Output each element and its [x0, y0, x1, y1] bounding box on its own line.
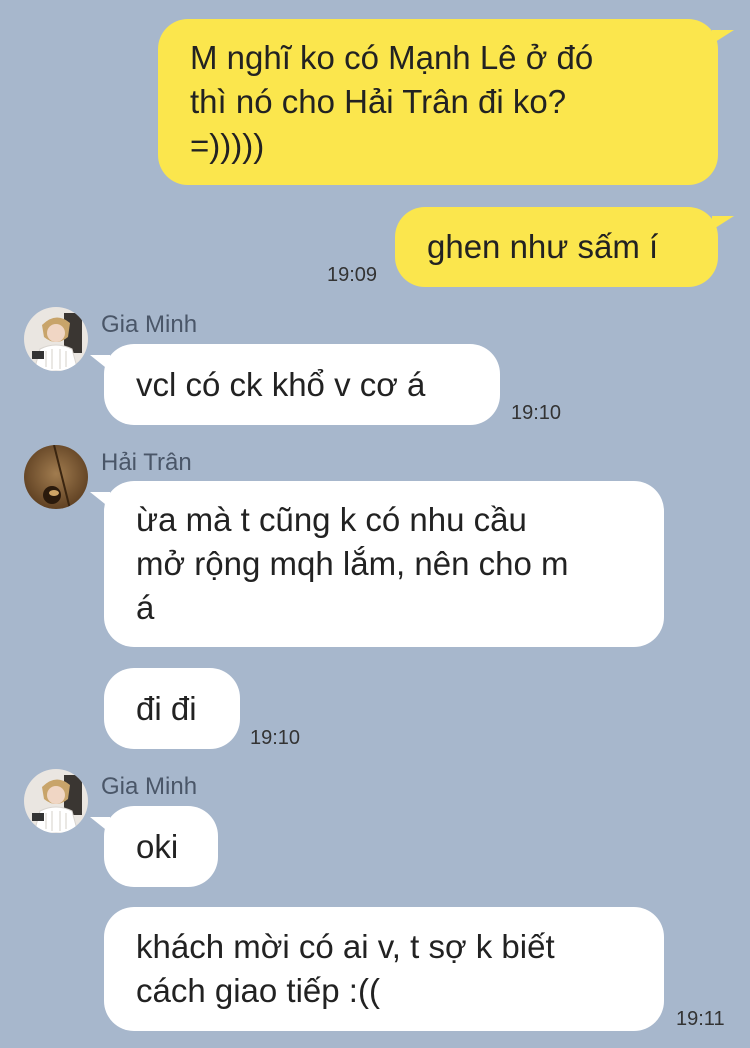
message-text: ừa mà t cũng k có nhu cầu mở rộng mqh lắ… [136, 501, 569, 626]
bubble-tail [90, 355, 110, 371]
sender-name: Gia Minh [101, 311, 198, 338]
message-text: vcl có ck khổ v cơ á [136, 365, 426, 403]
avatar-gia-minh[interactable] [24, 769, 88, 833]
message-text: đi đi [136, 689, 197, 727]
message-text: M nghĩ ko có Mạnh Lê ở đó thì nó cho Hải… [190, 39, 594, 164]
bubble-tail [712, 216, 734, 230]
message-time: 19:11 [676, 1008, 725, 1030]
outgoing-message-bubble[interactable]: ghen như sấm í [395, 207, 718, 287]
bubble-tail [90, 817, 110, 833]
message-text: oki [136, 827, 179, 865]
message-text: ghen như sấm í [427, 228, 659, 265]
chat-area[interactable]: M nghĩ ko có Mạnh Lê ở đó thì nó cho Hải… [0, 0, 750, 1048]
incoming-message-bubble[interactable]: đi đi [104, 668, 240, 749]
sender-name: Gia Minh [101, 773, 198, 800]
message-time: 19:09 [327, 264, 378, 286]
message-time: 19:10 [511, 402, 562, 424]
bubble-tail [90, 492, 110, 508]
incoming-message-bubble[interactable]: vcl có ck khổ v cơ á [104, 344, 500, 425]
incoming-message-bubble[interactable]: khách mời có ai v, t sợ k biết cách giao… [104, 907, 664, 1031]
avatar-gia-minh[interactable] [24, 307, 88, 371]
incoming-message-bubble[interactable]: ừa mà t cũng k có nhu cầu mở rộng mqh lắ… [104, 481, 664, 647]
incoming-message-bubble[interactable]: oki [104, 806, 218, 887]
message-text: khách mời có ai v, t sợ k biết cách giao… [136, 928, 555, 1009]
avatar-hai-tran[interactable] [24, 445, 88, 509]
message-time: 19:10 [250, 727, 301, 749]
outgoing-message-bubble[interactable]: M nghĩ ko có Mạnh Lê ở đó thì nó cho Hải… [158, 19, 718, 185]
bubble-tail [712, 30, 734, 44]
sender-name: Hải Trân [101, 449, 192, 476]
